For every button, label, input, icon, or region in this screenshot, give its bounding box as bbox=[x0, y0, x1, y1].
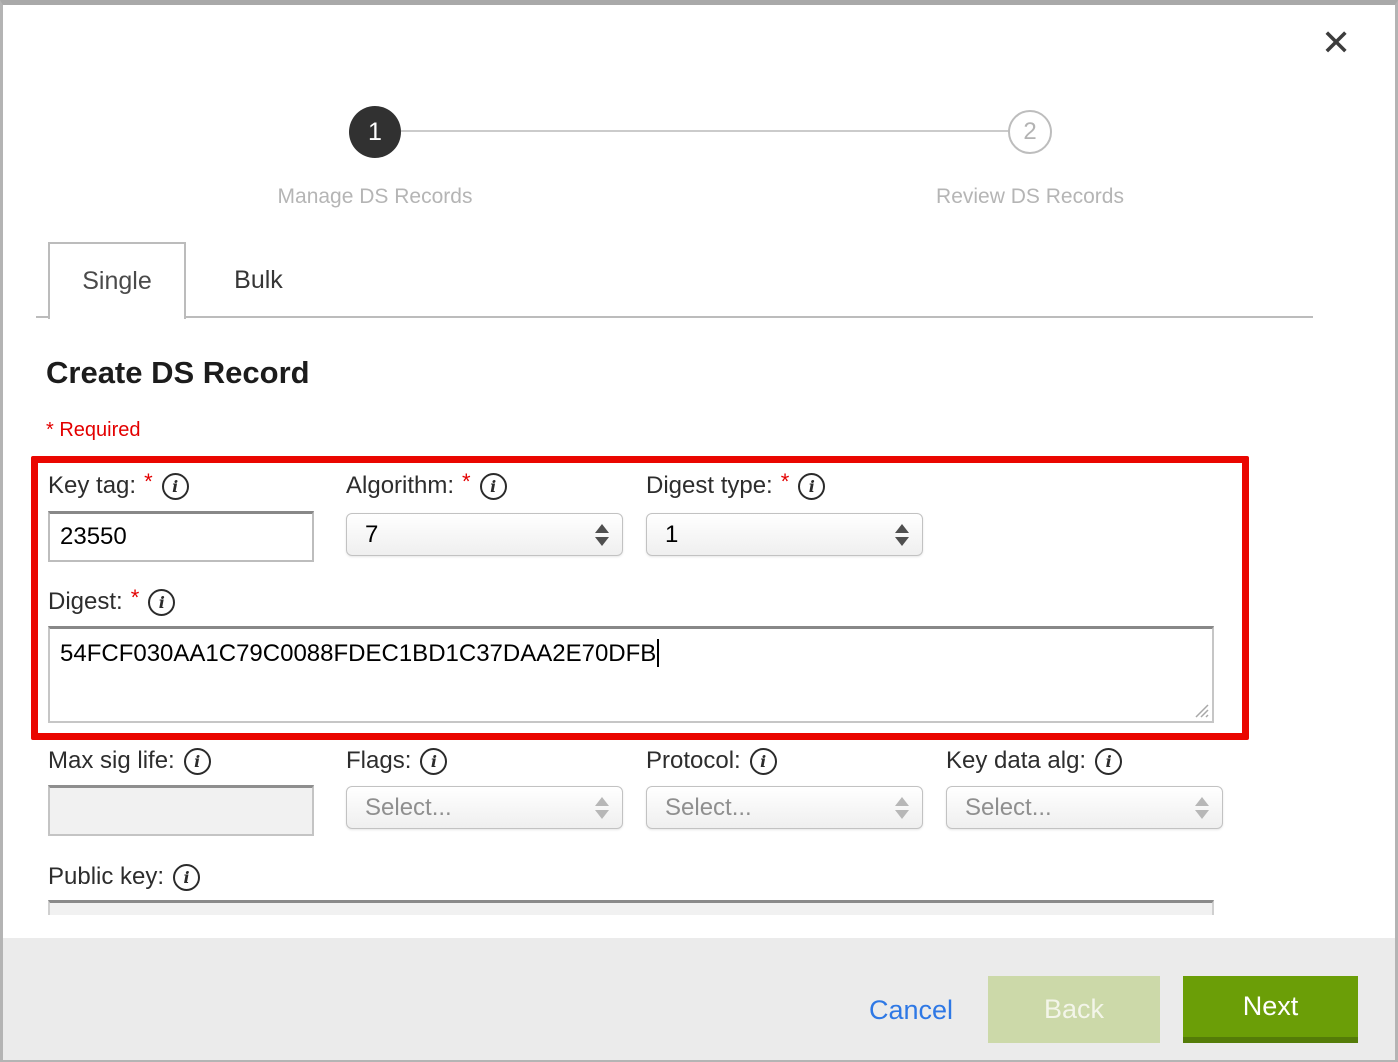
max-sig-life-info-icon[interactable]: i bbox=[184, 748, 211, 775]
flags-info-icon[interactable]: i bbox=[420, 748, 447, 775]
algorithm-info-icon[interactable]: i bbox=[480, 473, 507, 500]
digest-textarea[interactable]: 54FCF030AA1C79C0088FDEC1BD1C37DAA2E70DFB bbox=[48, 626, 1214, 723]
public-key-label: Public key: i bbox=[48, 863, 200, 891]
key-tag-info-icon[interactable]: i bbox=[162, 473, 189, 500]
back-button[interactable]: Back bbox=[988, 976, 1160, 1043]
stepper-step-2-number: 2 bbox=[1023, 118, 1036, 146]
flags-label: Flags: i bbox=[346, 747, 447, 775]
key-tag-input[interactable] bbox=[48, 511, 314, 562]
select-stepper-arrows-icon bbox=[895, 797, 909, 819]
digest-required-star: * bbox=[131, 585, 140, 611]
key-data-alg-info-icon[interactable]: i bbox=[1095, 748, 1122, 775]
algorithm-select-value: 7 bbox=[365, 521, 378, 549]
flags-select-value: Select... bbox=[365, 794, 452, 822]
digest-type-required-star: * bbox=[781, 469, 790, 495]
protocol-label-text: Protocol: bbox=[646, 747, 741, 775]
select-stepper-arrows-icon bbox=[1195, 797, 1209, 819]
max-sig-life-label: Max sig life: i bbox=[48, 747, 211, 775]
algorithm-label: Algorithm: * i bbox=[346, 472, 507, 500]
digest-type-select-value: 1 bbox=[665, 521, 678, 549]
stepper-step-2-circle: 2 bbox=[1008, 110, 1052, 154]
select-stepper-arrows-icon bbox=[595, 797, 609, 819]
key-data-alg-label: Key data alg: i bbox=[946, 747, 1122, 775]
digest-textarea-value: 54FCF030AA1C79C0088FDEC1BD1C37DAA2E70DFB bbox=[60, 640, 656, 667]
digest-label: Digest: * i bbox=[48, 588, 175, 616]
resize-handle-icon[interactable] bbox=[1193, 702, 1209, 718]
max-sig-life-input[interactable] bbox=[48, 785, 314, 836]
select-stepper-arrows-icon bbox=[595, 524, 609, 546]
stepper-step-2-label: Review DS Records bbox=[860, 185, 1200, 209]
stepper-step-1-circle: 1 bbox=[349, 106, 401, 158]
public-key-label-text: Public key: bbox=[48, 863, 164, 891]
key-data-alg-select[interactable]: Select... bbox=[946, 786, 1223, 829]
tab-single[interactable]: Single bbox=[48, 242, 186, 319]
close-icon[interactable]: ✕ bbox=[1321, 25, 1351, 61]
protocol-label: Protocol: i bbox=[646, 747, 777, 775]
stepper-connector-line bbox=[375, 130, 1030, 132]
stepper-step-1-number: 1 bbox=[368, 118, 382, 147]
digest-info-icon[interactable]: i bbox=[148, 589, 175, 616]
protocol-select-value: Select... bbox=[665, 794, 752, 822]
digest-label-text: Digest: bbox=[48, 588, 123, 616]
key-data-alg-label-text: Key data alg: bbox=[946, 747, 1086, 775]
flags-select[interactable]: Select... bbox=[346, 786, 623, 829]
key-tag-label: Key tag: * i bbox=[48, 472, 189, 500]
stepper-step-1-label: Manage DS Records bbox=[205, 185, 545, 209]
tab-single-label: Single bbox=[82, 267, 152, 296]
digest-type-label-text: Digest type: bbox=[646, 472, 773, 500]
tab-underline bbox=[36, 316, 1313, 318]
algorithm-select[interactable]: 7 bbox=[346, 513, 623, 556]
page-title: Create DS Record bbox=[46, 355, 310, 391]
key-tag-required-star: * bbox=[144, 469, 153, 495]
protocol-select[interactable]: Select... bbox=[646, 786, 923, 829]
required-note: * Required bbox=[46, 419, 141, 442]
key-data-alg-select-value: Select... bbox=[965, 794, 1052, 822]
flags-label-text: Flags: bbox=[346, 747, 411, 775]
next-button[interactable]: Next bbox=[1183, 976, 1358, 1043]
public-key-info-icon[interactable]: i bbox=[173, 864, 200, 891]
protocol-info-icon[interactable]: i bbox=[750, 748, 777, 775]
public-key-textarea[interactable] bbox=[48, 900, 1214, 915]
algorithm-label-text: Algorithm: bbox=[346, 472, 454, 500]
digest-type-info-icon[interactable]: i bbox=[798, 473, 825, 500]
algorithm-required-star: * bbox=[462, 469, 471, 495]
key-tag-label-text: Key tag: bbox=[48, 472, 136, 500]
digest-type-select[interactable]: 1 bbox=[646, 513, 923, 556]
max-sig-life-label-text: Max sig life: bbox=[48, 747, 175, 775]
select-stepper-arrows-icon bbox=[895, 524, 909, 546]
text-cursor bbox=[657, 639, 659, 667]
tab-bulk-label: Bulk bbox=[234, 266, 283, 295]
digest-type-label: Digest type: * i bbox=[646, 472, 825, 500]
create-ds-record-modal: ✕ 1 2 Manage DS Records Review DS Record… bbox=[0, 0, 1398, 1062]
cancel-button[interactable]: Cancel bbox=[869, 995, 953, 1026]
tab-bulk[interactable]: Bulk bbox=[186, 243, 331, 317]
